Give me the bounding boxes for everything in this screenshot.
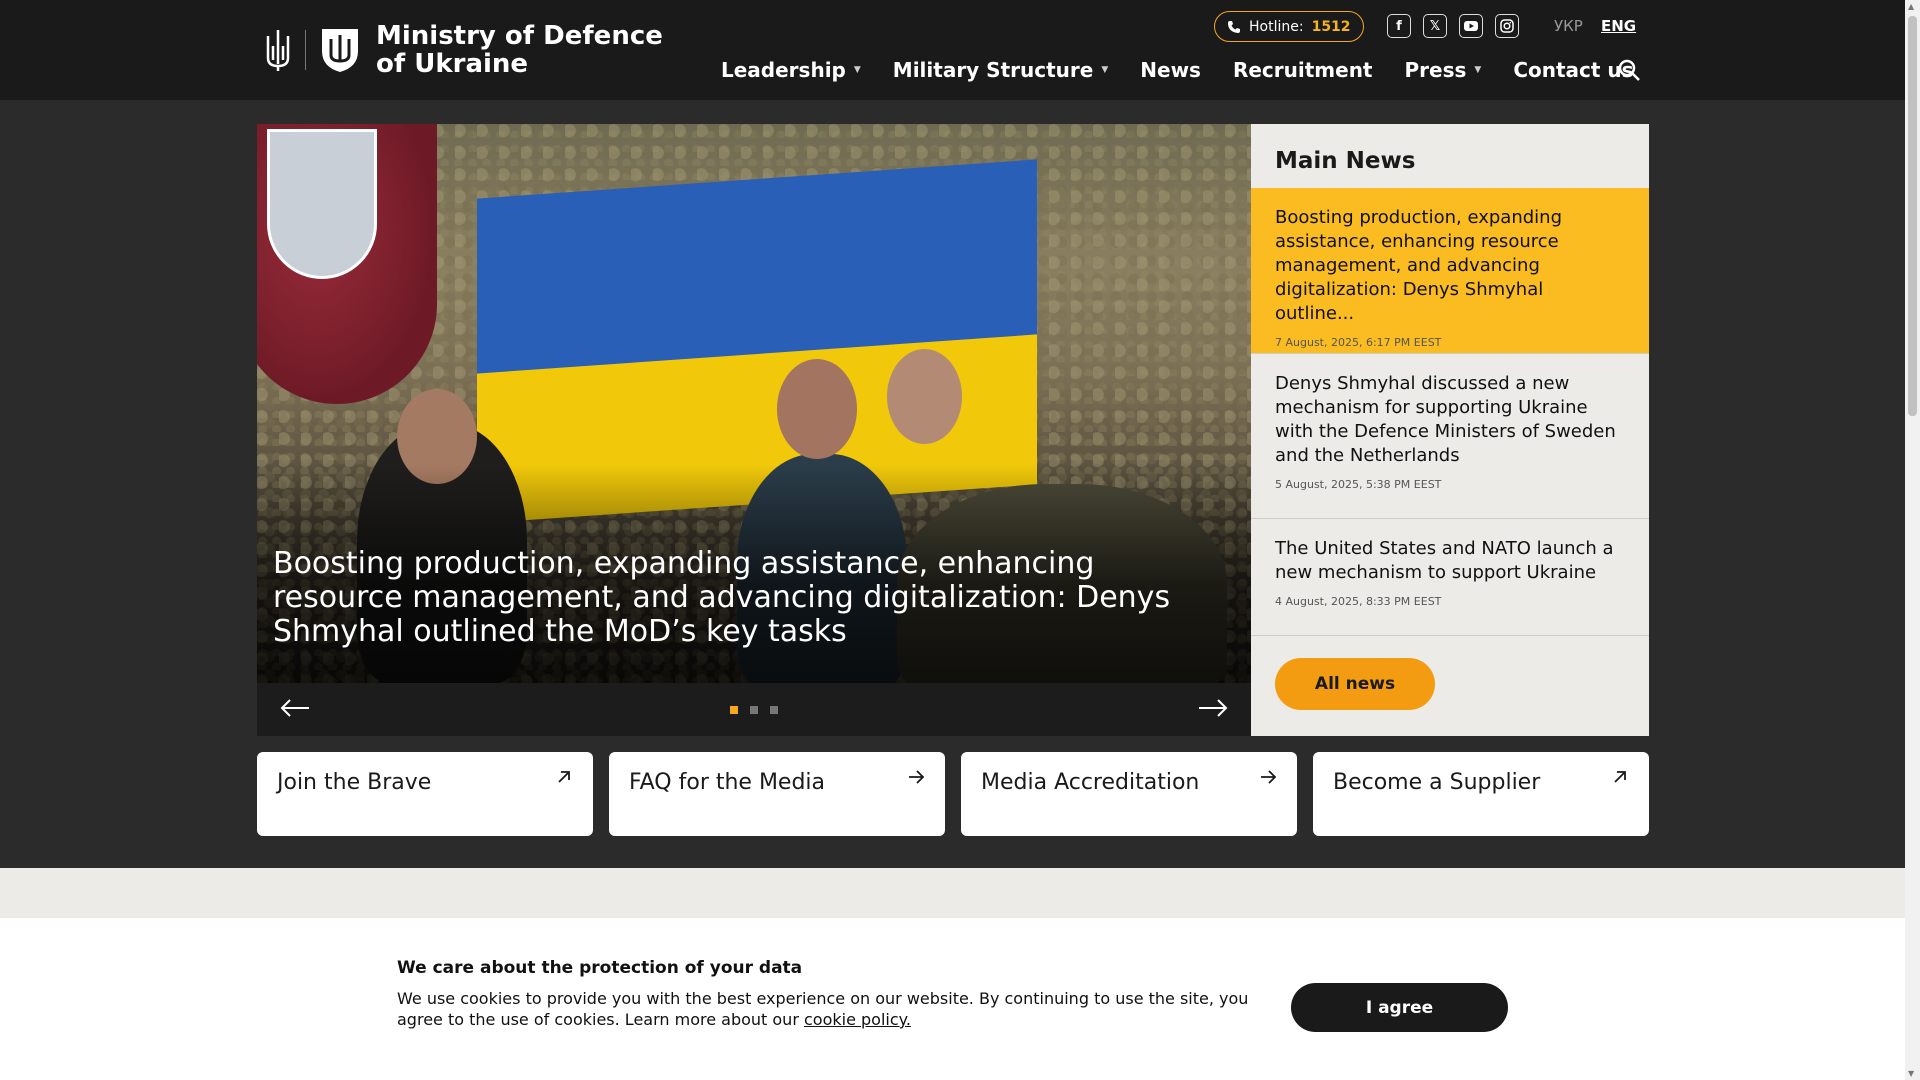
arrow-right-icon[interactable] [1197,696,1229,720]
scroll-up-arrow-icon[interactable]: ▲ [1908,2,1914,11]
news-item[interactable]: The United States and NATO launch a new … [1251,518,1649,635]
main-news-title: Main News [1275,148,1416,174]
lang-eng-link[interactable]: ENG [1601,17,1636,35]
news-date: 5 August, 2025, 5:38 PM EEST [1275,478,1442,491]
x-twitter-icon[interactable]: 𝕏 [1423,14,1447,38]
youtube-icon[interactable] [1459,14,1483,38]
phone-icon [1228,20,1240,33]
person-head [887,349,962,444]
nav-item-press[interactable]: Press ▼ [1405,58,1482,82]
nav-item-label: Recruitment [1232,58,1373,82]
hero-slide-image[interactable]: Boosting production, expanding assistanc… [257,124,1251,684]
nav-item-military-structure[interactable]: Military Structure ▼ [893,58,1108,82]
card-label: Join the Brave [277,770,432,795]
content-band [0,868,1905,918]
site-title-line1: Ministry of Defence [376,21,663,51]
all-news-button[interactable]: All news [1275,658,1435,710]
nav-item-label: Military Structure [892,58,1094,82]
brigade-emblem [257,124,437,404]
cookie-text: We use cookies to provide you with the b… [397,988,1267,1030]
arrow-left-icon[interactable] [279,696,311,720]
site-title: Ministry of Defence of Ukraine [376,22,663,78]
news-date: 4 August, 2025, 8:33 PM EEST [1275,595,1442,608]
nav-item-label: Contact us [1513,58,1634,82]
card-label: Become a Supplier [1333,770,1541,795]
logo-divider [305,30,306,70]
news-item[interactable]: Boosting production, expanding assistanc… [1251,188,1649,353]
hotline-label: Hotline: [1249,18,1304,35]
hotline-number: 1512 [1311,18,1351,35]
card-label: FAQ for the Media [629,770,826,795]
external-link-icon [1614,771,1626,783]
social-links: f 𝕏 [1387,14,1519,38]
news-headline: The United States and NATO launch a new … [1275,538,1614,583]
hotline-button[interactable]: Hotline: 1512 [1214,11,1364,42]
news-date: 7 August, 2025, 6:17 PM EEST [1275,336,1442,349]
card-faq-media[interactable]: FAQ for the Media [609,752,945,836]
caret-down-icon: ▼ [1474,65,1482,75]
scroll-down-arrow-icon[interactable]: ▼ [1908,1069,1914,1078]
nav-item-recruitment[interactable]: Recruitment [1233,58,1373,82]
search-icon[interactable] [1617,58,1641,82]
caret-down-icon: ▼ [853,65,861,75]
lang-ukr-link[interactable]: УКР [1554,17,1583,35]
cookie-banner: We care about the protection of your dat… [0,918,1905,1080]
page-scrollbar[interactable]: ▲ ▼ [1905,0,1920,1080]
nav-item-label: News [1140,58,1201,82]
arrow-right-icon [909,770,925,784]
instagram-icon[interactable] [1495,14,1519,38]
news-headline: Boosting production, expanding assistanc… [1275,207,1562,324]
agree-button[interactable]: I agree [1291,983,1508,1032]
card-become-supplier[interactable]: Become a Supplier [1313,752,1649,836]
hero-caption[interactable]: Boosting production, expanding assistanc… [273,547,1233,649]
site-logo[interactable]: Ministry of Defence of Ukraine [263,22,663,78]
card-label: Media Accreditation [981,770,1200,795]
site-header: Ministry of Defence of Ukraine Hotline: … [0,0,1905,100]
news-headline: Denys Shmyhal discussed a new mechanism … [1275,373,1616,466]
facebook-icon[interactable]: f [1387,14,1411,38]
card-media-accreditation[interactable]: Media Accreditation [961,752,1297,836]
card-join-the-brave[interactable]: Join the Brave [257,752,593,836]
slider-dot[interactable] [750,706,758,714]
caret-down-icon: ▼ [1101,65,1109,75]
slider-dot[interactable] [730,706,738,714]
arrow-right-icon [1261,770,1277,784]
slider-dots [730,706,778,714]
external-link-icon [558,771,570,783]
nav-item-contact-us[interactable]: Contact us [1513,58,1633,82]
slider-controls [257,683,1251,736]
slider-dot[interactable] [770,706,778,714]
divider [1251,635,1649,636]
news-item[interactable]: Denys Shmyhal discussed a new mechanism … [1251,353,1649,518]
nav-item-label: Leadership [721,58,846,82]
site-title-line2: of Ukraine [376,49,529,79]
main-news-panel: Main News Boosting production, expanding… [1251,124,1649,736]
cookie-policy-link[interactable]: cookie policy. [804,1010,911,1029]
main-nav: Leadership ▼ Military Structure ▼ News R… [721,58,1666,82]
nav-item-news[interactable]: News [1140,58,1201,82]
nav-item-leadership[interactable]: Leadership ▼ [721,58,861,82]
trident-icon [266,30,290,71]
nav-item-label: Press [1404,58,1467,82]
cookie-title: We care about the protection of your dat… [397,958,803,978]
emblem-trident [267,129,377,279]
shield-emblem-icon [322,29,358,72]
person-head [777,359,857,459]
scroll-thumb[interactable] [1908,16,1917,416]
